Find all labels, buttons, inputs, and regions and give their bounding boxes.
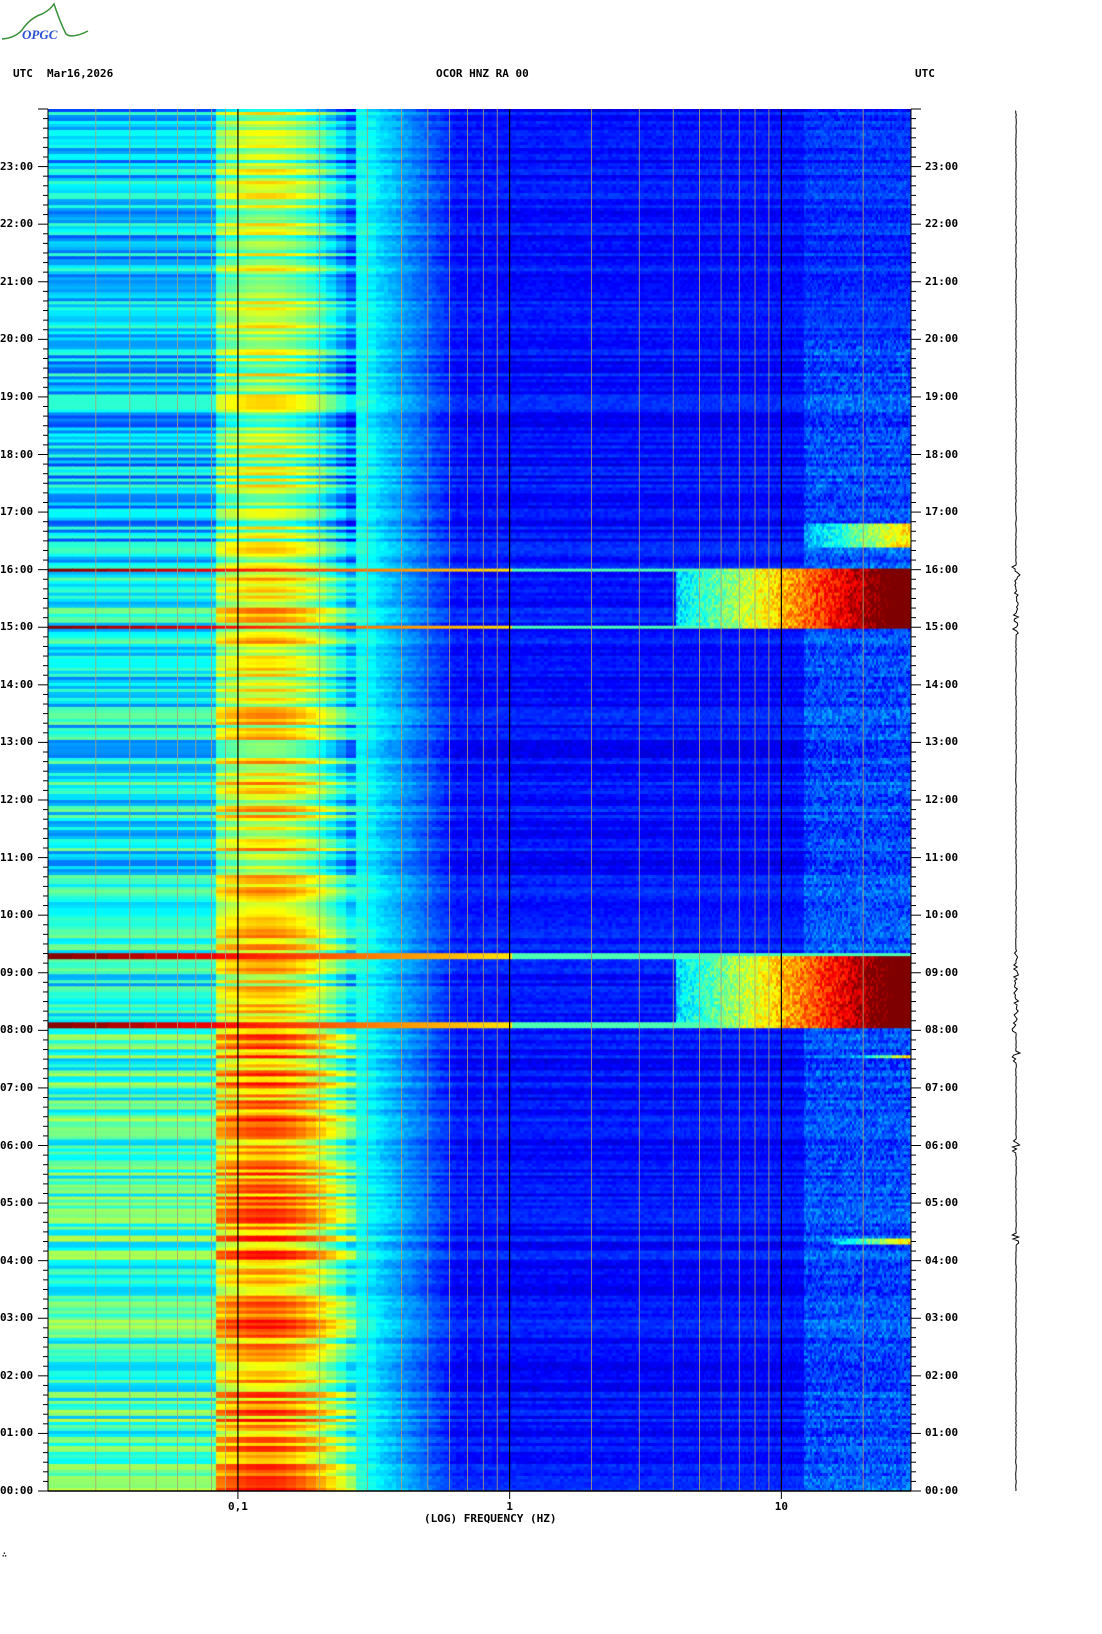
y-tick-label-right: 04:00 <box>925 1253 959 1267</box>
y-tick-label-left: 06:00 <box>0 1138 34 1152</box>
y-tick-label-right: 23:00 <box>925 159 959 173</box>
y-tick-label-right: 06:00 <box>925 1138 959 1152</box>
y-tick-label-left: 04:00 <box>0 1253 34 1267</box>
y-tick-label-left: 03:00 <box>0 1311 34 1325</box>
y-tick-label-right: 21:00 <box>925 274 959 288</box>
y-tick-label-right: 08:00 <box>925 1023 959 1037</box>
y-tick-label-right: 17:00 <box>925 505 959 519</box>
y-tick-label-left: 23:00 <box>0 159 34 173</box>
y-tick-label-left: 09:00 <box>0 965 34 979</box>
y-tick-label-right: 15:00 <box>925 620 959 634</box>
y-tick-label-left: 12:00 <box>0 793 34 806</box>
y-tick-label-left: 14:00 <box>0 677 34 691</box>
y-tick-label-left: 01:00 <box>0 1426 34 1440</box>
y-tick-label-left: 18:00 <box>0 447 34 461</box>
y-tick-label-left: 21:00 <box>0 274 34 288</box>
y-tick-label-left: 15:00 <box>0 620 34 634</box>
y-tick-label-right: 19:00 <box>925 389 959 403</box>
x-tick-label: 10 <box>774 1500 788 1513</box>
y-tick-label-left: 17:00 <box>0 505 34 519</box>
y-tick-label-right: 12:00 <box>925 793 959 806</box>
y-tick-label-right: 22:00 <box>925 217 959 231</box>
y-tick-label-left: 08:00 <box>0 1023 34 1037</box>
y-tick-label-right: 07:00 <box>925 1080 959 1094</box>
y-tick-label-left: 22:00 <box>0 217 34 231</box>
y-tick-label-right: 13:00 <box>925 735 959 749</box>
y-tick-label-right: 00:00 <box>925 1484 959 1497</box>
y-tick-label-right: 05:00 <box>925 1196 959 1210</box>
seismogram-trace <box>1010 110 1022 1492</box>
x-axis-label: (LOG) FREQUENCY (HZ) <box>424 1512 557 1525</box>
y-tick-label-left: 16:00 <box>0 562 34 576</box>
y-tick-label-left: 20:00 <box>0 332 34 346</box>
y-tick-label-left: 13:00 <box>0 735 34 749</box>
y-tick-label-right: 10:00 <box>925 908 959 922</box>
y-tick-label-left: 10:00 <box>0 908 34 922</box>
spectrogram-axes <box>38 108 921 1499</box>
footer-mark: ∴ <box>2 1550 7 1559</box>
y-tick-label-right: 01:00 <box>925 1426 959 1440</box>
y-tick-label-left: 07:00 <box>0 1080 34 1094</box>
y-tick-label-right: 03:00 <box>925 1311 959 1325</box>
y-tick-label-right: 11:00 <box>925 850 959 864</box>
y-tick-label-right: 20:00 <box>925 332 959 346</box>
y-tick-label-right: 14:00 <box>925 677 959 691</box>
y-tick-label-left: 19:00 <box>0 389 34 403</box>
y-tick-label-left: 05:00 <box>0 1196 34 1210</box>
y-tick-label-right: 18:00 <box>925 447 959 461</box>
y-tick-label-right: 16:00 <box>925 562 959 576</box>
trace-line <box>1010 110 1022 1492</box>
x-tick-label: 0,1 <box>228 1500 248 1513</box>
y-tick-label-left: 11:00 <box>0 850 34 864</box>
y-tick-label-right: 09:00 <box>925 965 959 979</box>
y-tick-label-right: 02:00 <box>925 1368 959 1382</box>
y-tick-label-left: 00:00 <box>0 1484 34 1497</box>
y-tick-label-left: 02:00 <box>0 1368 34 1382</box>
